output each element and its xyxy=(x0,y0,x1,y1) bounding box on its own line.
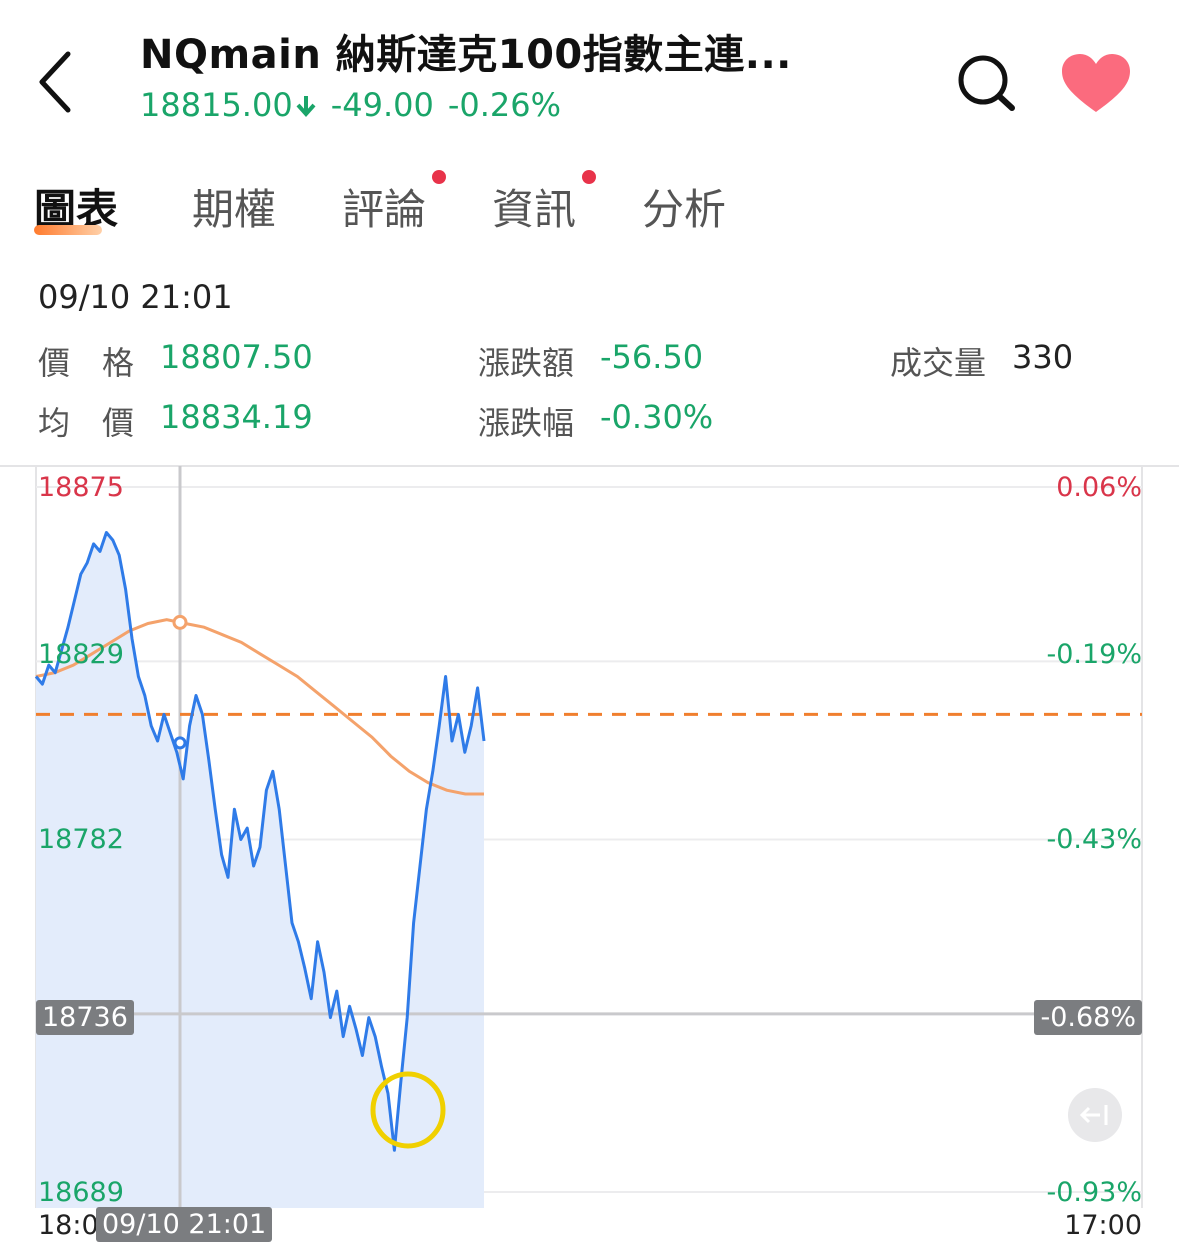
tab-comments[interactable]: 評論 xyxy=(342,170,446,237)
volume-value: 330 xyxy=(1012,338,1074,376)
percent-axis-crosshair-tag: -0.68% xyxy=(1034,1000,1142,1035)
change-percent-label: 漲跌幅 xyxy=(478,404,575,442)
tab-analysis-label: 分析 xyxy=(642,185,727,234)
y-axis-label: 18829 xyxy=(38,639,124,670)
change-percent-value: -0.30% xyxy=(600,398,714,436)
collapse-arrow-icon xyxy=(1079,1105,1108,1125)
tab-options-label: 期權 xyxy=(192,185,277,234)
percent-axis-label: -0.43% xyxy=(1046,824,1142,855)
tab-news[interactable]: 資訊 xyxy=(492,170,596,237)
last-price: 18815.00 xyxy=(140,86,293,124)
price-area-fill xyxy=(36,532,484,1208)
search-icon xyxy=(958,55,1015,111)
tab-options[interactable]: 期權 xyxy=(192,176,276,237)
notification-dot xyxy=(432,170,446,184)
avg-price-value: 18834.19 xyxy=(160,398,313,436)
price-label: 價 格 xyxy=(38,344,135,382)
change-value: -56.50 xyxy=(600,338,704,376)
collapse-chart-button[interactable] xyxy=(1068,1088,1122,1142)
intraday-chart[interactable] xyxy=(0,460,1179,1251)
volume-label: 成交量 xyxy=(890,344,987,382)
tab-news-label: 資訊 xyxy=(492,185,577,234)
favorite-button[interactable] xyxy=(1058,52,1134,116)
y-axis-label: 18782 xyxy=(38,824,124,855)
page-title: NQmain 納斯達克100指數主連... xyxy=(140,32,792,78)
crosshair-time: 09/10 21:01 xyxy=(38,278,233,316)
percent-axis-label: -0.19% xyxy=(1046,639,1142,670)
heart-icon xyxy=(1062,54,1130,112)
arrow-down-icon xyxy=(295,90,317,120)
back-button[interactable] xyxy=(28,44,88,120)
y-axis-label: 18875 xyxy=(38,472,124,503)
percent-axis-label: 0.06% xyxy=(1056,472,1142,503)
y-axis-label: 18689 xyxy=(38,1177,124,1208)
active-tab-indicator xyxy=(34,225,102,235)
tab-analysis[interactable]: 分析 xyxy=(642,176,726,237)
y-axis-crosshair-tag: 18736 xyxy=(36,1000,134,1035)
x-axis-end-label: 17:00 xyxy=(1064,1210,1142,1241)
price-change-percent: -0.26% xyxy=(447,86,562,124)
search-button[interactable] xyxy=(950,50,1022,114)
x-axis-start-label: 18:0 xyxy=(38,1210,99,1241)
change-label: 漲跌額 xyxy=(478,344,575,382)
avg-price-label: 均 價 xyxy=(38,404,135,442)
price-change: -49.00 xyxy=(330,86,434,124)
price-value: 18807.50 xyxy=(160,338,313,376)
x-axis-crosshair-tag: 09/10 21:01 xyxy=(96,1207,273,1242)
percent-axis-label: -0.93% xyxy=(1046,1177,1142,1208)
notification-dot xyxy=(582,170,596,184)
chevron-left-icon xyxy=(39,51,71,113)
crosshair-avg-dot xyxy=(172,614,188,630)
tab-comments-label: 評論 xyxy=(342,185,427,234)
crosshair-price-dot xyxy=(173,736,187,750)
quote-summary: 18815.00 -49.00 -0.26% xyxy=(140,86,561,124)
